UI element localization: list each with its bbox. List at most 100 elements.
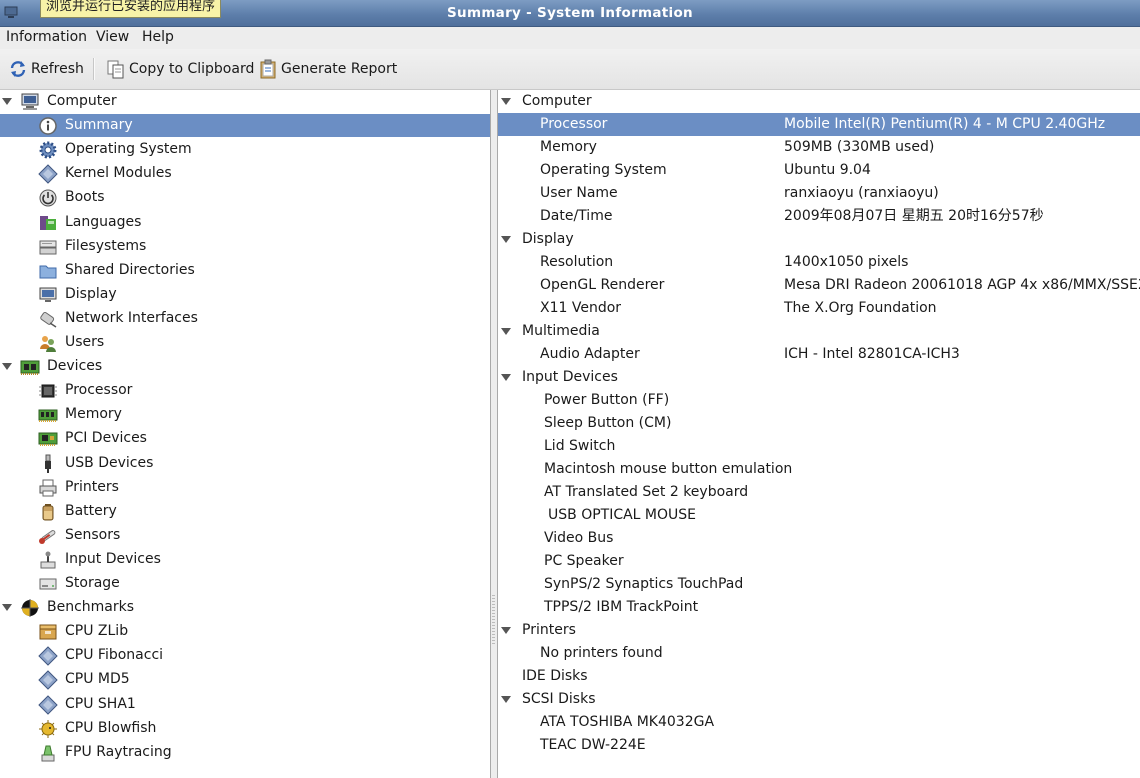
- tree-item-languages[interactable]: Languages: [0, 211, 490, 234]
- detail-row[interactable]: Audio Adapter ICH - Intel 82801CA-ICH3: [498, 343, 1140, 366]
- diamond-module-icon: [38, 670, 58, 691]
- tree-item-label: Battery: [65, 502, 117, 519]
- detail-label: Audio Adapter: [540, 346, 640, 362]
- tree-item-battery[interactable]: Battery: [0, 500, 490, 523]
- expander-triangle[interactable]: [501, 374, 511, 381]
- detail-row[interactable]: Sleep Button (CM): [498, 412, 1140, 435]
- detail-value: 509MB (330MB used): [784, 139, 935, 155]
- detail-label: Power Button (FF): [544, 392, 670, 408]
- section-header[interactable]: SCSI Disks: [498, 688, 1140, 711]
- tree-item-filesystems[interactable]: Filesystems: [0, 235, 490, 258]
- section-header[interactable]: Printers: [498, 619, 1140, 642]
- tree-item-shared-directories[interactable]: Shared Directories: [0, 259, 490, 282]
- detail-row[interactable]: Memory 509MB (330MB used): [498, 136, 1140, 159]
- details-pane[interactable]: Computer Processor Mobile Intel(R) Pentium…: [497, 90, 1140, 778]
- section-header[interactable]: IDE Disks: [498, 665, 1140, 688]
- section-header[interactable]: Input Devices: [498, 366, 1140, 389]
- detail-row[interactable]: Macintosh mouse button emulation: [498, 458, 1140, 481]
- section-header[interactable]: Multimedia: [498, 320, 1140, 343]
- detail-label: ATA TOSHIBA MK4032GA: [540, 714, 715, 730]
- expander-triangle[interactable]: [501, 328, 511, 335]
- detail-row[interactable]: Power Button (FF): [498, 389, 1140, 412]
- expander-triangle[interactable]: [501, 98, 511, 105]
- tree-item-fpu-raytracing[interactable]: FPU Raytracing: [0, 741, 490, 764]
- detail-row[interactable]: ATA TOSHIBA MK4032GA: [498, 711, 1140, 734]
- tree-item-usb-devices[interactable]: USB Devices: [0, 452, 490, 475]
- menu-view[interactable]: View: [96, 29, 129, 45]
- tree-item-network-interfaces[interactable]: Network Interfaces: [0, 307, 490, 330]
- section-header[interactable]: Display: [498, 228, 1140, 251]
- detail-row[interactable]: User Name ranxiaoyu (ranxiaoyu): [498, 182, 1140, 205]
- expander-triangle[interactable]: [2, 604, 12, 612]
- refresh-button[interactable]: Refresh: [8, 59, 84, 79]
- detail-row[interactable]: PC Speaker: [498, 550, 1140, 573]
- detail-label: TPPS/2 IBM TrackPoint: [544, 599, 699, 615]
- tree-item-label: Summary: [65, 117, 133, 134]
- copy-label: Copy to Clipboard: [129, 61, 255, 77]
- tree-item-label: Operating System: [65, 141, 192, 158]
- tree-item-label: CPU ZLib: [65, 623, 129, 640]
- detail-label: Operating System: [540, 162, 667, 178]
- menu-help[interactable]: Help: [142, 29, 174, 45]
- tree-item-label: CPU Blowfish: [65, 719, 157, 736]
- tree-item-pci-devices[interactable]: PCI Devices: [0, 427, 490, 450]
- detail-row[interactable]: Operating System Ubuntu 9.04: [498, 159, 1140, 182]
- splitter-grip[interactable]: [492, 595, 495, 645]
- detail-row[interactable]: Date/Time 2009年08月07日 星期五 20时16分57秒: [498, 205, 1140, 228]
- section-header[interactable]: Computer: [498, 90, 1140, 113]
- copy-to-clipboard-button[interactable]: Copy to Clipboard: [106, 59, 254, 79]
- tree-item-cpu-md5[interactable]: CPU MD5: [0, 668, 490, 691]
- tree-item-operating-system[interactable]: Operating System: [0, 138, 490, 161]
- detail-label: User Name: [540, 185, 618, 201]
- tree-item-boots[interactable]: Boots: [0, 186, 490, 209]
- tree-item-cpu-sha1[interactable]: CPU SHA1: [0, 693, 490, 716]
- detail-row[interactable]: SynPS/2 Synaptics TouchPad: [498, 573, 1140, 596]
- detail-row[interactable]: Processor Mobile Intel(R) Pentium(R) 4 - …: [498, 113, 1140, 136]
- diamond-module-icon: [38, 646, 58, 667]
- detail-row[interactable]: Video Bus: [498, 527, 1140, 550]
- detail-row[interactable]: X11 Vendor The X.Org Foundation: [498, 297, 1140, 320]
- tree-item-cpu-fibonacci[interactable]: CPU Fibonacci: [0, 644, 490, 667]
- expander-triangle[interactable]: [501, 627, 511, 634]
- tree-item-devices[interactable]: Devices: [0, 355, 490, 378]
- tree-item-input-devices[interactable]: Input Devices: [0, 548, 490, 571]
- refresh-icon: [10, 61, 26, 77]
- navigation-tree[interactable]: Computer Summary Operating System Kernel Mo…: [0, 90, 491, 778]
- detail-row[interactable]: Lid Switch: [498, 435, 1140, 458]
- tree-item-printers[interactable]: Printers: [0, 476, 490, 499]
- tree-item-benchmarks[interactable]: Benchmarks: [0, 596, 490, 619]
- detail-label: Date/Time: [540, 208, 613, 224]
- tree-item-storage[interactable]: Storage: [0, 572, 490, 595]
- tree-item-label: FPU Raytracing: [65, 743, 172, 760]
- tree-item-label: USB Devices: [65, 454, 154, 471]
- expander-triangle[interactable]: [2, 98, 12, 105]
- zlib-box-icon: [39, 624, 57, 640]
- tree-item-label: PCI Devices: [65, 430, 147, 447]
- detail-row[interactable]: TPPS/2 IBM TrackPoint: [498, 596, 1140, 619]
- tree-item-processor[interactable]: Processor: [0, 379, 490, 402]
- detail-row[interactable]: TEAC DW-224E: [498, 734, 1140, 757]
- detail-value: Mobile Intel(R) Pentium(R) 4 - M CPU 2.4…: [784, 116, 1106, 132]
- tree-item-summary[interactable]: Summary: [0, 114, 490, 138]
- tree-item-users[interactable]: Users: [0, 331, 490, 354]
- tree-item-cpu-zlib[interactable]: CPU ZLib: [0, 620, 490, 643]
- tree-item-memory[interactable]: Memory: [0, 403, 490, 426]
- battery-icon: [42, 503, 54, 521]
- detail-row[interactable]: Resolution 1400x1050 pixels: [498, 251, 1140, 274]
- detail-row[interactable]: No printers found: [498, 642, 1140, 665]
- diamond-module-icon: [38, 694, 58, 715]
- detail-row[interactable]: OpenGL Renderer Mesa DRI Radeon 20061018 …: [498, 274, 1140, 297]
- tree-item-display[interactable]: Display: [0, 283, 490, 306]
- generate-report-button[interactable]: Generate Report: [258, 59, 397, 79]
- tree-item-computer[interactable]: Computer: [0, 90, 490, 113]
- detail-row[interactable]: USB OPTICAL MOUSE: [498, 504, 1140, 527]
- tree-item-cpu-blowfish[interactable]: CPU Blowfish: [0, 717, 490, 740]
- section-label: Input Devices: [522, 369, 618, 385]
- tree-item-sensors[interactable]: Sensors: [0, 524, 490, 547]
- menu-information[interactable]: Information: [6, 29, 87, 45]
- tree-item-kernel-modules[interactable]: Kernel Modules: [0, 162, 490, 185]
- expander-triangle[interactable]: [501, 236, 511, 243]
- expander-triangle[interactable]: [2, 363, 12, 371]
- detail-row[interactable]: AT Translated Set 2 keyboard: [498, 481, 1140, 504]
- expander-triangle[interactable]: [501, 696, 511, 703]
